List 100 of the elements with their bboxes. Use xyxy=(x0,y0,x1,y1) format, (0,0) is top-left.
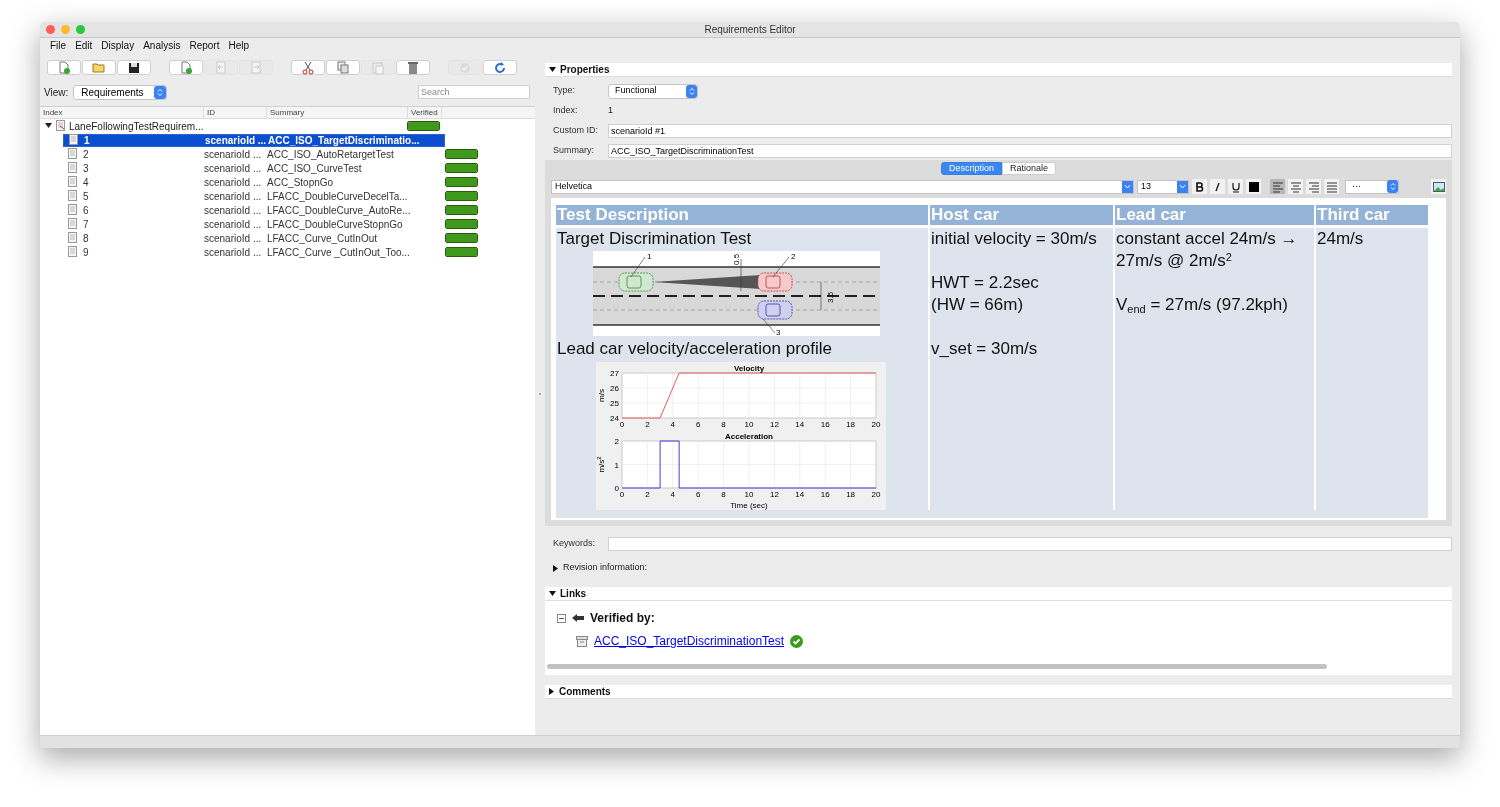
id-cell-text: scenarioId ... xyxy=(204,231,263,246)
menu-item[interactable]: Report xyxy=(189,38,220,53)
comments-header[interactable]: Comments xyxy=(545,685,1452,699)
menu-item[interactable]: Help xyxy=(228,38,249,53)
x-tick-label: 4 xyxy=(670,490,676,499)
menu-item[interactable]: Edit xyxy=(75,38,93,53)
x-tick-label: 10 xyxy=(744,420,754,429)
new-document-button[interactable] xyxy=(47,60,81,75)
italic-button[interactable] xyxy=(1210,179,1225,194)
align-right-button[interactable] xyxy=(1306,179,1321,194)
table-cell-text: initial velocity = 30m/s xyxy=(931,228,1098,250)
new-document-icon xyxy=(57,60,71,75)
document-icon xyxy=(67,218,78,230)
caret-icon xyxy=(1122,180,1133,193)
view-dropdown[interactable]: Requirements xyxy=(73,84,168,100)
horizontal-scrollbar[interactable] xyxy=(547,664,1327,669)
close-icon[interactable] xyxy=(46,25,55,34)
color-swatch-icon xyxy=(1246,179,1261,194)
document-icon xyxy=(67,232,78,244)
tree-row[interactable]: 4 scenarioId ... ACC_StopnGo xyxy=(63,175,445,189)
trash-button[interactable] xyxy=(396,60,430,75)
tree-row[interactable]: 9 scenarioId ... LFACC_Curve _CutInOut_Too... xyxy=(63,245,445,259)
stepper-icon xyxy=(1387,180,1398,193)
color-swatch-button[interactable] xyxy=(1246,179,1261,194)
refresh-button[interactable] xyxy=(483,60,517,75)
properties-header[interactable]: Properties xyxy=(545,63,1452,77)
justify-button[interactable] xyxy=(1324,179,1339,194)
list-style-dropdown[interactable]: ··· xyxy=(1345,179,1399,194)
y-tick-label: 2 xyxy=(614,437,620,446)
custom-id-field[interactable]: scenarioId #1 xyxy=(608,123,1452,138)
table-cell-text: v_set = 30m/s xyxy=(931,338,1039,360)
revision-toggle[interactable]: Revision information: xyxy=(545,561,1452,575)
save-button[interactable] xyxy=(117,60,151,75)
link[interactable]: ACC_ISO_TargetDiscriminationTest xyxy=(594,632,785,650)
field-label: Type: xyxy=(553,84,576,98)
type-dropdown[interactable]: Functional xyxy=(608,83,698,99)
bold-button[interactable] xyxy=(1192,179,1207,194)
menu-item[interactable]: Analysis xyxy=(143,38,181,53)
document-icon xyxy=(67,190,78,202)
column-header[interactable]: ID xyxy=(204,107,267,118)
tree-row[interactable]: 3 scenarioId ... ACC_ISO_CurveTest xyxy=(63,161,445,175)
tab[interactable]: Description xyxy=(940,162,1002,175)
tab[interactable]: Rationale xyxy=(1002,162,1057,175)
y-tick-label: 27 xyxy=(610,369,620,378)
expand-toggle[interactable] xyxy=(43,121,53,131)
trash-icon xyxy=(406,60,420,75)
cut-button[interactable] xyxy=(291,60,325,75)
index-value: 1 xyxy=(608,104,613,118)
table-cell-text: Lead car velocity/acceleration profile xyxy=(557,338,833,360)
underline-button[interactable] xyxy=(1228,179,1243,194)
column-header[interactable]: Index xyxy=(40,107,204,118)
size-dropdown[interactable]: 13 xyxy=(1137,179,1189,194)
tree-row[interactable]: 5 scenarioId ... LFACC_DoubleCurveDecelTa... xyxy=(63,189,445,203)
tree-row[interactable]: 6 scenarioId ... LFACC_DoubleCurve_AutoRe... xyxy=(63,203,445,217)
document-icon xyxy=(67,162,78,174)
align-center-button[interactable] xyxy=(1288,179,1303,194)
font-dropdown[interactable]: Helvetica xyxy=(551,179,1134,194)
column-header[interactable]: Summary xyxy=(267,107,408,118)
verified-bar xyxy=(445,149,478,159)
links-header[interactable]: Links xyxy=(545,587,1452,601)
zoom-icon[interactable] xyxy=(76,25,85,34)
insert-image-button[interactable] xyxy=(1431,179,1446,194)
tree-item-label[interactable]: LaneFollowingTestRequirem... xyxy=(69,118,204,134)
x-tick-label: 12 xyxy=(769,490,780,499)
add-document-button[interactable] xyxy=(169,60,203,75)
align-left-icon xyxy=(1270,179,1285,194)
tree-row[interactable]: 8 scenarioId ... LFACC_Curve_CutInOut xyxy=(63,231,445,245)
document-icon xyxy=(68,134,79,146)
tree-row[interactable]: 7 scenarioId ... LFACC_DoubleCurveStopnGo xyxy=(63,217,445,231)
menu-item[interactable]: File xyxy=(50,38,67,53)
expand-triangle-icon xyxy=(553,564,559,572)
field-label: Summary: xyxy=(553,143,595,157)
table-header-cell: Host car xyxy=(931,205,1000,225)
menu-item[interactable]: Display xyxy=(101,38,135,53)
index-cell-text: 5 xyxy=(82,189,90,204)
index-cell-text: 9 xyxy=(82,245,90,260)
search-field[interactable]: Search xyxy=(418,85,530,99)
collapse-toggle[interactable] xyxy=(557,613,566,623)
expand-triangle-icon xyxy=(549,688,555,695)
tree-row[interactable]: 1 scenarioId ... ACC_ISO_TargetDiscriminatio... xyxy=(63,133,445,147)
table-cell-text: constant accel 24m/s → 27m/s @ 2m/s$^{2}$ xyxy=(1116,228,1299,272)
index-cell-text: 8 xyxy=(82,231,90,246)
document-icon xyxy=(67,246,78,258)
group-label: Verified by: xyxy=(590,610,655,627)
summary-field[interactable]: ACC_ISO_TargetDiscriminationTest xyxy=(608,143,1452,158)
copy-button[interactable] xyxy=(326,60,360,75)
column-header[interactable]: Verified xyxy=(408,107,442,118)
table-cell-text: HWT = 2.2sec xyxy=(931,272,1040,294)
y-tick-label: 26 xyxy=(610,384,620,393)
document-area[interactable] xyxy=(551,198,1446,520)
left-arrow-icon xyxy=(572,614,584,622)
align-left-button[interactable] xyxy=(1270,179,1285,194)
archive-box-icon xyxy=(576,635,588,647)
document-icon xyxy=(67,204,78,216)
copy-icon xyxy=(336,60,350,75)
tree-row[interactable]: 2 scenarioId ... ACC_ISO_AutoRetargetTest xyxy=(63,147,445,161)
x-tick-label: 14 xyxy=(795,420,805,429)
stepper-icon xyxy=(154,85,167,99)
keywords-field[interactable] xyxy=(608,536,1452,551)
chart-title: Acceleration xyxy=(724,432,774,441)
